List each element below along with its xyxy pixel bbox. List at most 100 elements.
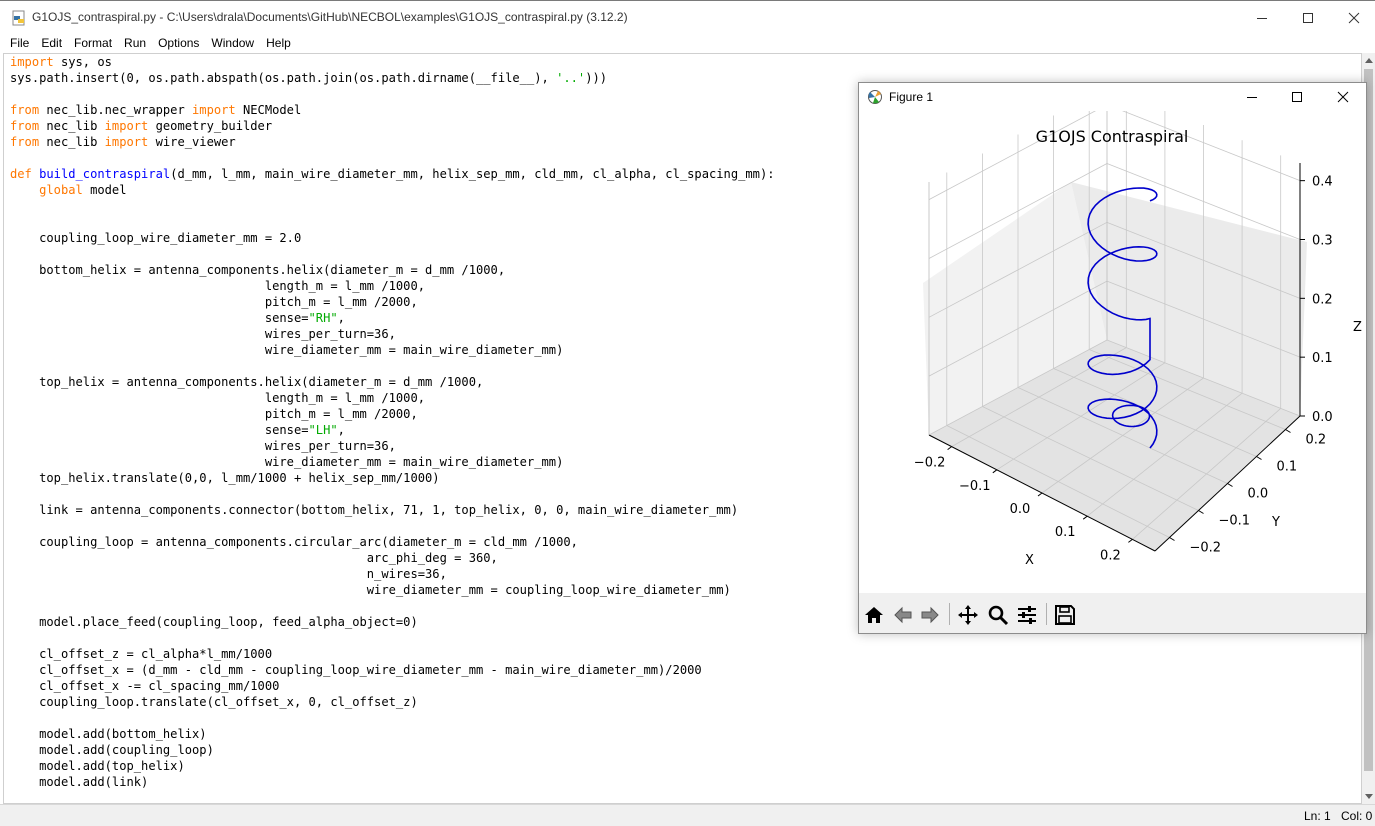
code-line[interactable]: length_m = l_mm /1000, (10, 278, 775, 294)
code-line[interactable]: wires_per_turn=36, (10, 438, 775, 454)
code-token: sys.path.insert(0, os.path.abspath(os.pa… (10, 71, 557, 85)
code-line[interactable]: sense="RH", (10, 310, 775, 326)
code-line[interactable]: n_wires=36, (10, 566, 775, 582)
figure-maximize-button[interactable] (1274, 83, 1320, 111)
code-line[interactable] (10, 358, 775, 374)
figure-window[interactable]: Figure 1 G1OJS Contraspiral −0.2 −0.1 0.0 0… (858, 82, 1367, 634)
code-line[interactable]: import sys, os (10, 54, 775, 70)
maximize-button[interactable] (1285, 1, 1331, 34)
status-line: Ln: 1 (1304, 809, 1331, 823)
code-line[interactable]: model.add(bottom_helix) (10, 726, 775, 742)
code-token: model.add(coupling_loop) (10, 743, 214, 757)
keyword-token: import (104, 119, 149, 133)
x-tick-label: 0.0 (1010, 502, 1031, 517)
home-button[interactable] (862, 603, 886, 627)
code-line[interactable]: coupling_loop = antenna_components.circu… (10, 534, 775, 550)
menu-format[interactable]: Format (68, 34, 118, 52)
save-button[interactable] (1053, 603, 1077, 627)
code-line[interactable]: cl_offset_z = cl_alpha*l_mm/1000 (10, 646, 775, 662)
scroll-up-icon[interactable] (1365, 58, 1373, 63)
configure-subplots-button[interactable] (1015, 603, 1039, 627)
code-line[interactable]: wires_per_turn=36, (10, 326, 775, 342)
code-line[interactable]: pitch_m = l_mm /2000, (10, 294, 775, 310)
code-line[interactable]: wire_diameter_mm = main_wire_diameter_mm… (10, 454, 775, 470)
back-button[interactable] (891, 603, 915, 627)
code-line[interactable]: model.add(top_helix) (10, 758, 775, 774)
code-line[interactable]: sense="LH", (10, 422, 775, 438)
code-line[interactable]: wire_diameter_mm = coupling_loop_wire_di… (10, 582, 775, 598)
z-tick-label: 0.0 (1312, 410, 1333, 425)
code-line[interactable] (10, 518, 775, 534)
code-line[interactable]: global model (10, 182, 775, 198)
code-line[interactable] (10, 246, 775, 262)
y-tick-label: 0.2 (1306, 433, 1327, 448)
keyword-token: def (10, 167, 32, 181)
code-line[interactable]: link = antenna_components.connector(bott… (10, 502, 775, 518)
scroll-down-icon[interactable] (1365, 794, 1373, 799)
code-line[interactable] (10, 214, 775, 230)
code-line[interactable]: sys.path.insert(0, os.path.abspath(os.pa… (10, 70, 775, 86)
code-token: ))) (585, 71, 608, 85)
figure-title-bar[interactable]: Figure 1 (859, 83, 1366, 111)
code-line[interactable]: from nec_lib import wire_viewer (10, 134, 775, 150)
x-tick-label: −0.2 (914, 456, 946, 471)
code-line[interactable] (10, 150, 775, 166)
code-line[interactable]: coupling_loop.translate(cl_offset_x, 0, … (10, 694, 775, 710)
code-token: coupling_loop = antenna_components.circu… (10, 535, 578, 549)
code-line[interactable]: model.place_feed(coupling_loop, feed_alp… (10, 614, 775, 630)
configure-subplots-icon (1018, 606, 1036, 624)
status-bar: Ln: 1 Col: 0 (0, 804, 1375, 826)
code-token: length_m = l_mm /1000, (10, 391, 426, 405)
menu-window[interactable]: Window (205, 34, 260, 52)
figure-canvas[interactable]: G1OJS Contraspiral −0.2 −0.1 0.0 0.1 0.2 −0.2… (859, 87, 1366, 593)
plot-3d[interactable]: G1OJS Contraspiral −0.2 −0.1 0.0 0.1 0.2 −0.2… (859, 87, 1366, 593)
code-line[interactable] (10, 598, 775, 614)
y-tick-mark (1256, 456, 1262, 460)
y-axis-label: Y (1271, 515, 1280, 530)
code-line[interactable]: arc_phi_deg = 360, (10, 550, 775, 566)
code-line[interactable] (10, 86, 775, 102)
code-line[interactable]: from nec_lib.nec_wrapper import NECModel (10, 102, 775, 118)
code-line[interactable] (10, 630, 775, 646)
menu-options[interactable]: Options (152, 34, 205, 52)
menu-file[interactable]: File (4, 34, 35, 52)
code-line[interactable]: top_helix.translate(0,0, l_mm/1000 + hel… (10, 470, 775, 486)
code-line[interactable]: pitch_m = l_mm /2000, (10, 406, 775, 422)
forward-button[interactable] (918, 603, 942, 627)
save-icon (1055, 605, 1075, 625)
figure-close-button[interactable] (1320, 83, 1366, 111)
code-token: , (337, 311, 345, 325)
figure-minimize-button[interactable] (1229, 83, 1275, 111)
code-line[interactable]: coupling_loop_wire_diameter_mm = 2.0 (10, 230, 775, 246)
code-line[interactable]: from nec_lib import geometry_builder (10, 118, 775, 134)
code-line[interactable]: model.add(link) (10, 774, 775, 790)
z-tick-label: 0.3 (1312, 233, 1333, 248)
code-line[interactable]: top_helix = antenna_components.helix(dia… (10, 374, 775, 390)
pan-button[interactable] (956, 603, 980, 627)
minimize-button[interactable] (1239, 1, 1285, 34)
code-line[interactable]: length_m = l_mm /1000, (10, 390, 775, 406)
string-token: '..' (556, 71, 586, 85)
toolbar-separator (949, 603, 950, 625)
code-token: wires_per_turn=36, (10, 327, 396, 341)
code-line[interactable] (10, 486, 775, 502)
code-line[interactable] (10, 710, 775, 726)
code-line[interactable]: cl_offset_x -= cl_spacing_mm/1000 (10, 678, 775, 694)
zoom-button[interactable] (986, 603, 1010, 627)
code-line[interactable]: wire_diameter_mm = main_wire_diameter_mm… (10, 342, 775, 358)
menu-edit[interactable]: Edit (35, 34, 68, 52)
close-button[interactable] (1331, 1, 1375, 34)
menu-help[interactable]: Help (260, 34, 297, 52)
code-line[interactable]: def build_contraspiral(d_mm, l_mm, main_… (10, 166, 775, 182)
code-token: link = antenna_components.connector(bott… (10, 503, 739, 517)
menu-run[interactable]: Run (118, 34, 152, 52)
code-line[interactable]: model.add(coupling_loop) (10, 742, 775, 758)
editor-title-bar[interactable]: G1OJS_contraspiral.py - C:\Users\drala\D… (0, 0, 1375, 33)
code-line[interactable]: bottom_helix = antenna_components.helix(… (10, 262, 775, 278)
code-text[interactable]: import sys, os sys.path.insert(0, os.path… (10, 54, 775, 790)
keyword-token: global (39, 183, 83, 197)
code-line[interactable] (10, 198, 775, 214)
code-token: coupling_loop.translate(cl_offset_x, 0, … (10, 695, 418, 709)
chart-title: G1OJS Contraspiral (1036, 127, 1189, 146)
code-line[interactable]: cl_offset_x = (d_mm - cld_mm - coupling_… (10, 662, 775, 678)
